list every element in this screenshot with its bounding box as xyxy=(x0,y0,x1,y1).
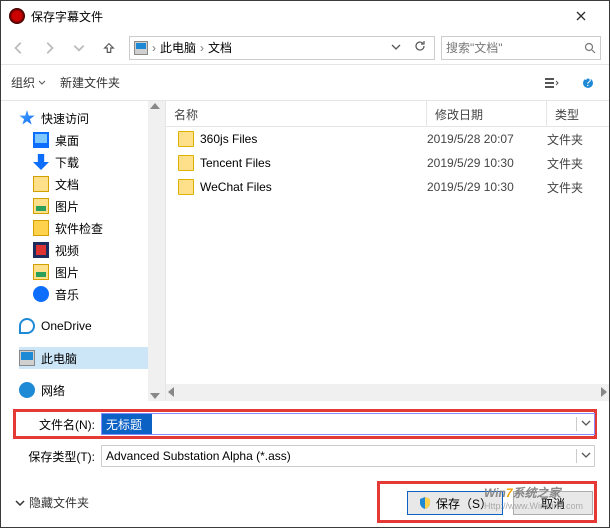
address-dropdown-icon[interactable] xyxy=(386,41,406,55)
tree-pictures-2[interactable]: 图片 xyxy=(19,261,165,283)
pc-icon xyxy=(134,41,148,55)
pc-icon xyxy=(19,350,35,366)
search-placeholder: 搜索"文档" xyxy=(446,39,584,56)
nav-recent-button[interactable] xyxy=(65,35,93,61)
tree-software-check[interactable]: 软件检查 xyxy=(19,217,165,239)
nav-forward-button[interactable] xyxy=(35,35,63,61)
tree-quick-access[interactable]: 快速访问 xyxy=(19,107,165,129)
hide-folders-toggle[interactable]: 隐藏文件夹 xyxy=(15,494,89,511)
folder-icon xyxy=(178,155,194,171)
pictures-icon xyxy=(33,264,49,280)
save-button[interactable]: 保存（S） xyxy=(407,491,503,515)
help-button[interactable]: ? xyxy=(577,72,599,94)
col-date[interactable]: 修改日期 xyxy=(427,101,547,126)
tree-music[interactable]: 音乐 xyxy=(19,283,165,305)
breadcrumb-sep: › xyxy=(152,41,156,55)
network-icon xyxy=(19,382,35,398)
star-icon xyxy=(19,110,35,126)
file-row[interactable]: Tencent Files 2019/5/29 10:30 文件夹 xyxy=(166,151,609,175)
svg-text:?: ? xyxy=(585,77,592,89)
file-list[interactable]: 360js Files 2019/5/28 20:07 文件夹 Tencent … xyxy=(166,127,609,384)
filename-field[interactable] xyxy=(101,413,595,435)
save-form: 文件名(N): 保存类型(T): Advanced Substation Alp… xyxy=(1,401,609,529)
desktop-icon xyxy=(33,132,49,148)
breadcrumb-segment[interactable]: 文档 xyxy=(208,39,232,56)
organize-menu[interactable]: 组织 xyxy=(11,74,46,91)
filetype-value: Advanced Substation Alpha (*.ass) xyxy=(102,449,576,463)
folder-icon xyxy=(178,131,194,147)
save-label: 保存（S） xyxy=(436,495,492,512)
new-folder-button[interactable]: 新建文件夹 xyxy=(60,74,120,91)
chevron-down-icon xyxy=(38,79,46,87)
filename-dropdown-icon[interactable] xyxy=(576,417,594,431)
col-name[interactable]: 名称 xyxy=(166,101,427,126)
toolbar: 组织 新建文件夹 ? xyxy=(1,65,609,101)
cancel-label: 取消 xyxy=(541,495,565,512)
tree-onedrive[interactable]: OneDrive xyxy=(19,315,165,337)
folder-icon xyxy=(178,179,194,195)
body: 快速访问 桌面 下载 文档 图片 软件检查 视频 图片 音乐 OneDrive … xyxy=(1,101,609,401)
tree-videos[interactable]: 视频 xyxy=(19,239,165,261)
download-icon xyxy=(33,154,49,170)
organize-label: 组织 xyxy=(11,74,35,91)
tree-network[interactable]: 网络 xyxy=(19,379,165,401)
search-input[interactable]: 搜索"文档" xyxy=(441,36,601,60)
tree-this-pc[interactable]: 此电脑 xyxy=(19,347,165,369)
filename-label: 文件名(N): xyxy=(15,416,101,433)
search-icon xyxy=(584,42,596,54)
filetype-row: 保存类型(T): Advanced Substation Alpha (*.as… xyxy=(15,443,595,469)
address-bar[interactable]: › 此电脑 › 文档 xyxy=(129,36,435,60)
button-row: 保存（S） 取消 xyxy=(407,491,593,515)
shield-icon xyxy=(418,496,432,510)
list-h-scrollbar[interactable] xyxy=(166,384,609,401)
tree-desktop[interactable]: 桌面 xyxy=(19,129,165,151)
folder-icon xyxy=(33,220,49,236)
app-icon xyxy=(9,8,25,24)
filetype-dropdown-icon[interactable] xyxy=(576,449,594,463)
window-title: 保存字幕文件 xyxy=(31,8,561,25)
close-icon xyxy=(576,11,586,21)
onedrive-icon xyxy=(19,318,35,334)
close-button[interactable] xyxy=(561,2,601,30)
document-icon xyxy=(33,176,49,192)
title-bar: 保存字幕文件 xyxy=(1,1,609,31)
breadcrumb-sep: › xyxy=(200,41,204,55)
cancel-button[interactable]: 取消 xyxy=(513,491,593,515)
filetype-field[interactable]: Advanced Substation Alpha (*.ass) xyxy=(101,445,595,467)
nav-back-button[interactable] xyxy=(5,35,33,61)
nav-row: › 此电脑 › 文档 搜索"文档" xyxy=(1,31,609,65)
tree-pane: 快速访问 桌面 下载 文档 图片 软件检查 视频 图片 音乐 OneDrive … xyxy=(1,101,166,401)
filename-input[interactable] xyxy=(102,414,152,434)
file-row[interactable]: 360js Files 2019/5/28 20:07 文件夹 xyxy=(166,127,609,151)
file-list-pane: 名称 修改日期 类型 360js Files 2019/5/28 20:07 文… xyxy=(166,101,609,401)
tree-pictures[interactable]: 图片 xyxy=(19,195,165,217)
chevron-down-icon xyxy=(15,498,25,508)
tree-documents[interactable]: 文档 xyxy=(19,173,165,195)
new-folder-label: 新建文件夹 xyxy=(60,74,120,91)
column-headers: 名称 修改日期 类型 xyxy=(166,101,609,127)
breadcrumb-segment[interactable]: 此电脑 xyxy=(160,39,196,56)
view-options-button[interactable] xyxy=(541,72,563,94)
col-type[interactable]: 类型 xyxy=(547,101,609,126)
hide-folders-label: 隐藏文件夹 xyxy=(29,494,89,511)
filename-row: 文件名(N): xyxy=(15,411,595,437)
tree-scrollbar[interactable] xyxy=(148,101,165,401)
address-refresh-icon[interactable] xyxy=(410,40,430,55)
file-row[interactable]: WeChat Files 2019/5/29 10:30 文件夹 xyxy=(166,175,609,199)
filetype-label: 保存类型(T): xyxy=(15,448,101,465)
music-icon xyxy=(33,286,49,302)
pictures-icon xyxy=(33,198,49,214)
nav-up-button[interactable] xyxy=(95,35,123,61)
tree-downloads[interactable]: 下载 xyxy=(19,151,165,173)
video-icon xyxy=(33,242,49,258)
